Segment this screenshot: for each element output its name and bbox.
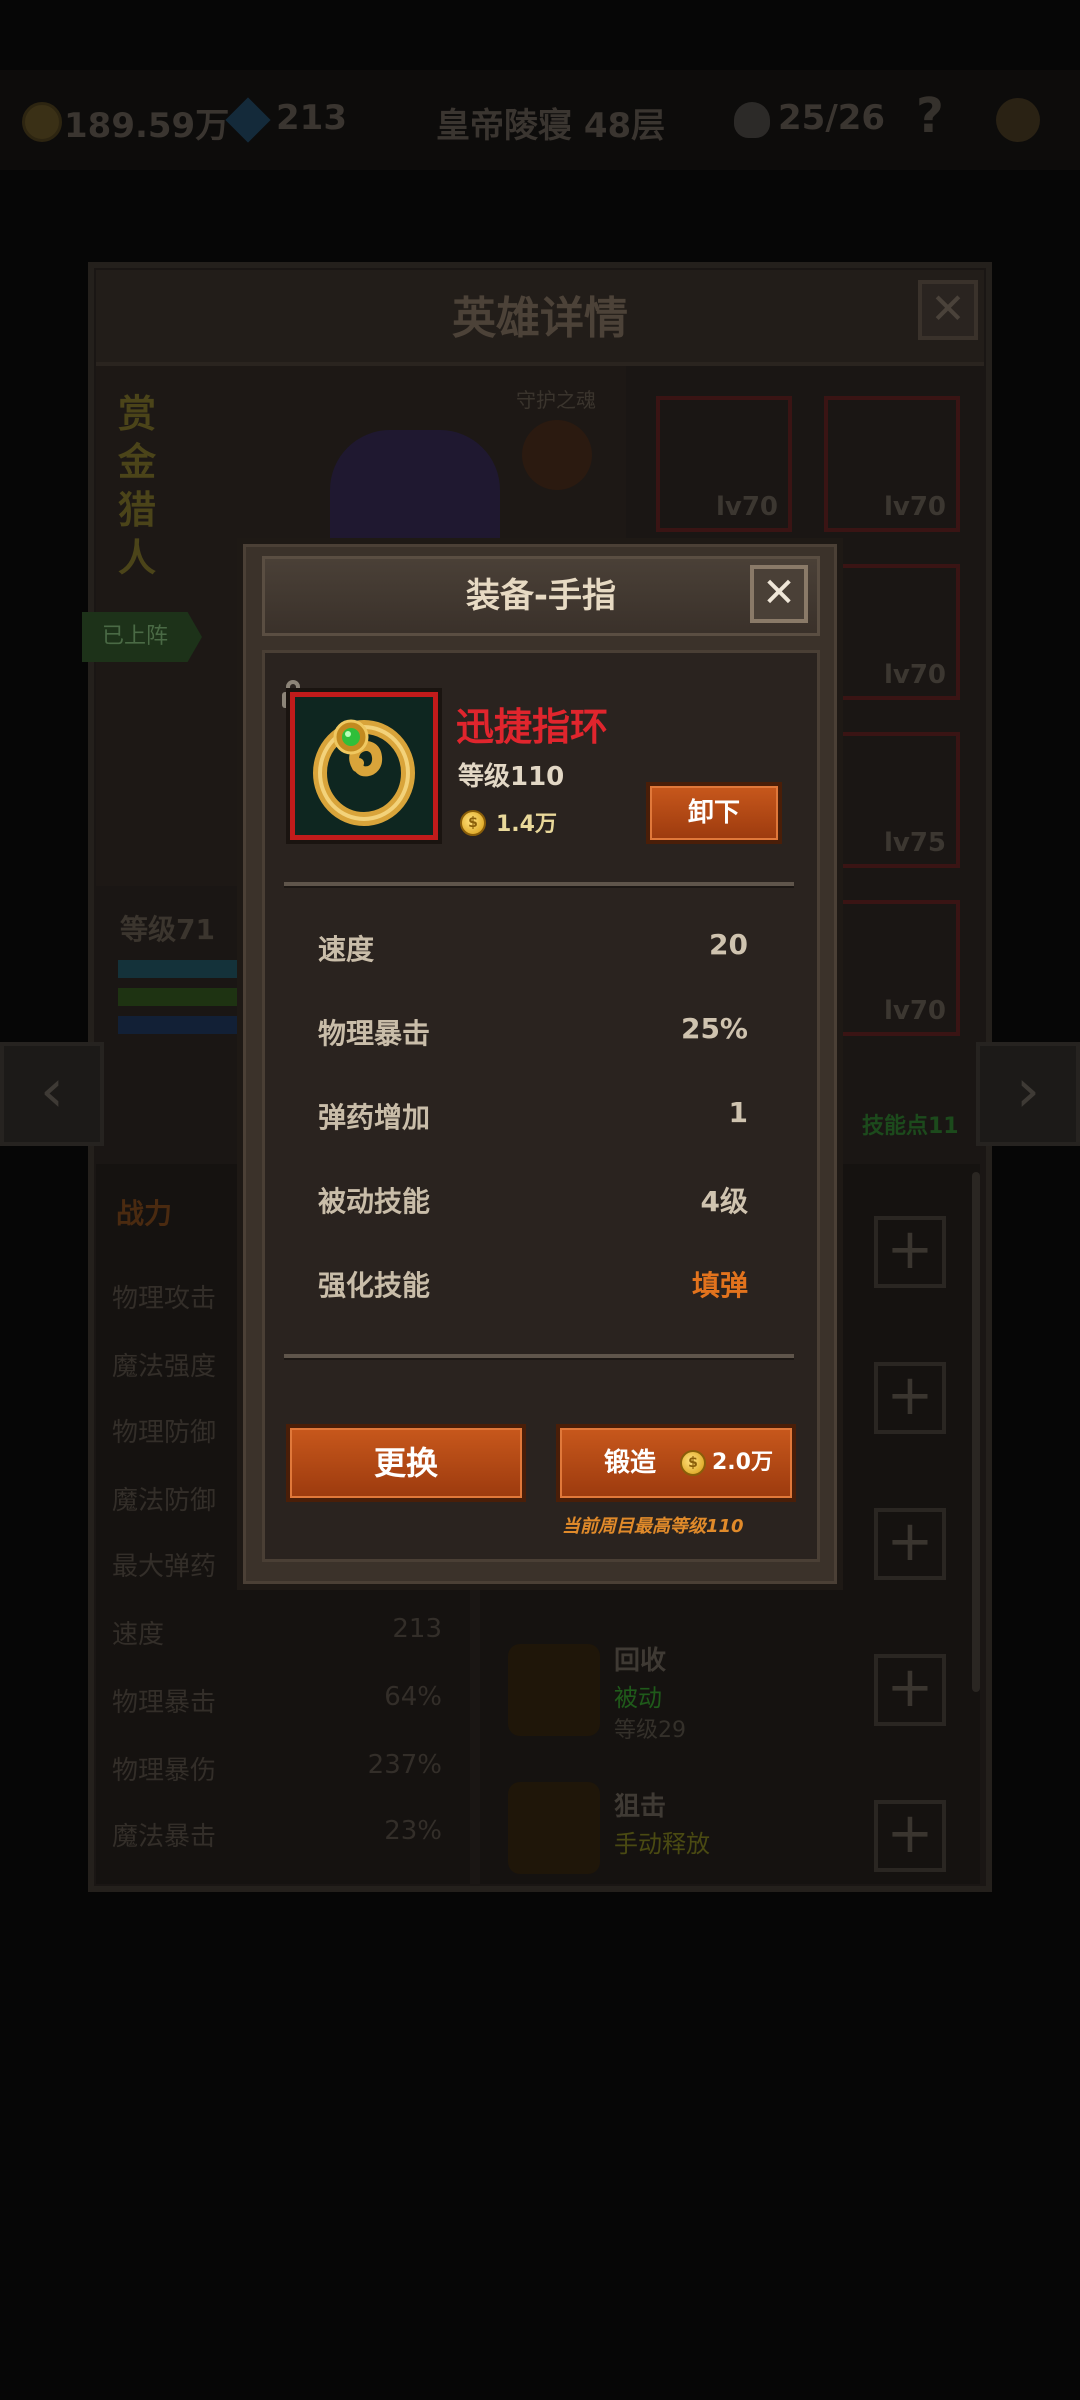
ring-icon: [313, 719, 415, 826]
deployed-badge: 已上阵: [82, 612, 202, 662]
skill-type: 被动: [614, 1684, 662, 1712]
stat-value: 64%: [384, 1682, 442, 1712]
attr-label: 被动技能: [318, 1185, 431, 1218]
skill-type: 手动释放: [614, 1830, 710, 1858]
help-icon[interactable]: ?: [916, 88, 944, 144]
attr-label: 物理暴击: [318, 1017, 431, 1050]
stat-value: 213: [392, 1614, 442, 1644]
item-name: 迅捷指环: [456, 705, 609, 749]
stat-value: 23%: [384, 1816, 442, 1846]
stat-row: 魔法暴击 23%: [112, 1816, 442, 1853]
skill-upgrade-button[interactable]: +: [874, 1508, 946, 1580]
hero-panel-close-button[interactable]: ✕: [918, 280, 978, 340]
attr-label: 速度: [318, 933, 375, 966]
gold-coin-icon: [22, 102, 62, 142]
hero-name: 赏金猎人: [118, 392, 157, 580]
power-label: 战力: [116, 1197, 173, 1230]
gold-coin-icon: $: [680, 1450, 706, 1476]
skull-count: 25/26: [778, 98, 886, 138]
attr-label: 强化技能: [318, 1269, 431, 1302]
next-hero-button[interactable]: ›: [976, 1042, 1080, 1146]
guardian-label: 守护之魂: [516, 388, 596, 412]
stat-label: 最大弹药: [112, 1552, 217, 1582]
recycle-gear-icon: [508, 1644, 600, 1736]
equip-slot-belt[interactable]: lv70: [824, 900, 960, 1036]
skill-level: 等级29: [614, 1718, 686, 1743]
skill-upgrade-button[interactable]: +: [874, 1362, 946, 1434]
stat-row: 物理暴击 64%: [112, 1682, 442, 1719]
stage-label[interactable]: 皇帝陵寝 48层: [436, 98, 665, 147]
attr-value: 25%: [680, 1012, 748, 1045]
forge-label: 锻造: [604, 1448, 657, 1478]
stat-row: 速度 213: [112, 1614, 442, 1651]
stat-value: 237%: [367, 1750, 442, 1780]
bar-green: [118, 988, 248, 1006]
settings-icon[interactable]: [996, 98, 1040, 142]
stat-row: 物理暴伤 237%: [112, 1750, 442, 1787]
skills-scrollbar[interactable]: [972, 1172, 980, 1692]
attr-value: 4级: [700, 1185, 748, 1218]
guardian-pet-icon[interactable]: [522, 420, 592, 490]
gem-amount: 213: [276, 98, 347, 138]
item-image-frame: [290, 692, 438, 840]
slot-level: lv70: [715, 492, 778, 522]
equip-slot-ring[interactable]: lv75: [824, 732, 960, 868]
stat-label: 物理攻击: [112, 1284, 217, 1314]
replace-button[interactable]: 更换: [286, 1424, 526, 1502]
skill-points: 技能点11: [862, 1114, 959, 1139]
bar-blue: [118, 960, 248, 978]
stat-label: 速度: [112, 1620, 165, 1650]
divider: [284, 1354, 794, 1360]
hero-level: 等级71: [120, 913, 215, 946]
forge-button[interactable]: 锻造 $ 2.0万: [556, 1424, 796, 1502]
skill-name: 回收: [614, 1646, 667, 1676]
stat-label: 魔法防御: [112, 1486, 217, 1516]
stat-label: 物理防御: [112, 1418, 217, 1448]
equip-slot-neck[interactable]: lv70: [824, 396, 960, 532]
stat-label: 魔法强度: [112, 1352, 217, 1382]
stat-label: 物理暴伤: [112, 1756, 217, 1786]
attr-value: 填弹: [691, 1269, 748, 1302]
attr-label: 弹药增加: [318, 1101, 431, 1134]
item-sell-price: 1.4万: [496, 812, 557, 837]
stat-label: 魔法暴击: [112, 1822, 217, 1852]
skull-icon: [734, 102, 770, 138]
skill-name: 狙击: [614, 1792, 667, 1822]
equip-slot-boots[interactable]: lv70: [824, 564, 960, 700]
stat-label: 物理暴击: [112, 1688, 217, 1718]
divider: [284, 882, 794, 888]
skill-upgrade-button[interactable]: +: [874, 1216, 946, 1288]
gold-coin-icon: $: [460, 810, 486, 836]
item-level: 等级110: [458, 762, 565, 792]
slot-level: lv70: [883, 660, 946, 690]
slot-level: lv70: [883, 492, 946, 522]
bar-dark-blue: [118, 1016, 248, 1034]
skill-upgrade-button[interactable]: +: [874, 1654, 946, 1726]
gold-amount: 189.59万: [64, 106, 230, 146]
forge-cost: 2.0万: [712, 1450, 773, 1475]
prev-hero-button[interactable]: ‹: [0, 1042, 104, 1146]
attr-value: 20: [709, 928, 748, 961]
dialog-close-button[interactable]: ✕: [750, 565, 808, 623]
skill-upgrade-button[interactable]: +: [874, 1800, 946, 1872]
slot-level: lv70: [883, 996, 946, 1026]
attr-value: 1: [728, 1096, 748, 1129]
max-level-note: 当前周目最高等级110: [562, 1516, 744, 1537]
crosshair-icon: [508, 1782, 600, 1874]
hero-stat-bars: [118, 960, 248, 1060]
equip-slot-head[interactable]: lv70: [656, 396, 792, 532]
dialog-title: 装备-手指: [465, 576, 617, 616]
slot-level: lv75: [883, 828, 946, 858]
unequip-button[interactable]: 卸下: [646, 782, 782, 844]
